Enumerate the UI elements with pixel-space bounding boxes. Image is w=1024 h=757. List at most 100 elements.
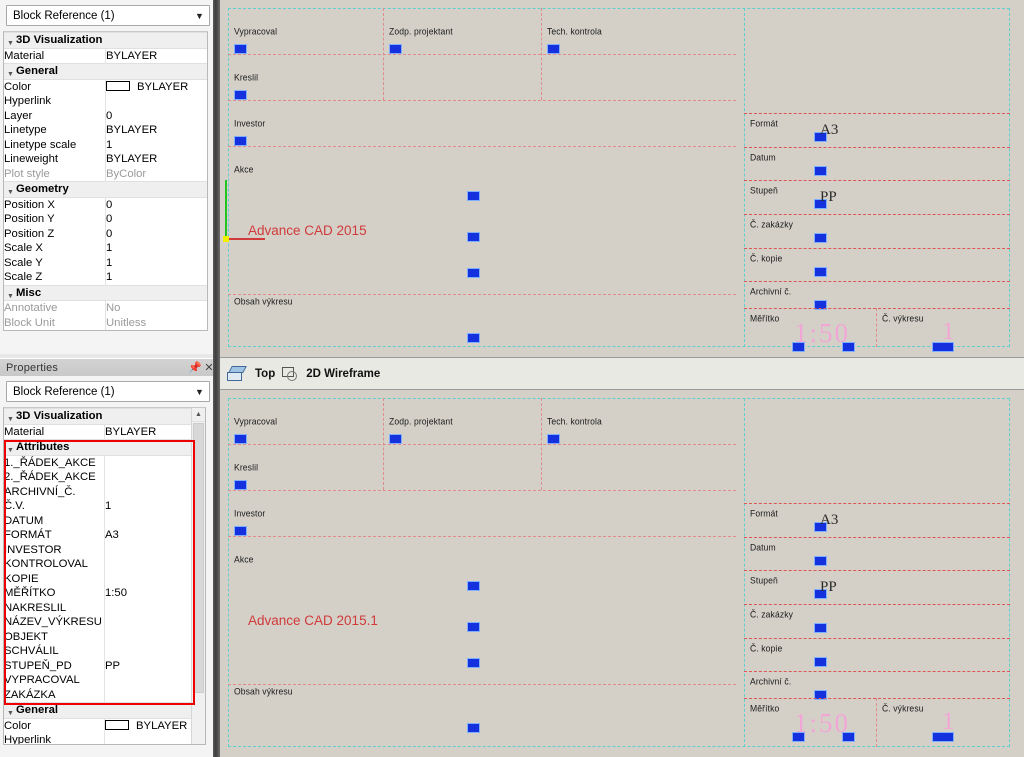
block-attribute-marker[interactable] bbox=[467, 622, 480, 632]
block-attribute-marker[interactable] bbox=[842, 732, 855, 742]
cad-drawing-area[interactable]: Vypracoval Kreslil Investor Akce Obsah výkre… bbox=[220, 0, 1024, 757]
block-attribute-marker[interactable] bbox=[467, 191, 480, 201]
block-attribute-marker[interactable] bbox=[842, 342, 855, 352]
property-value[interactable]: BYLAYER bbox=[105, 48, 207, 64]
block-attribute-marker[interactable] bbox=[792, 342, 805, 352]
object-type-combo-top[interactable]: Block Reference (1) ▼ bbox=[6, 5, 210, 26]
property-value[interactable] bbox=[104, 513, 205, 528]
property-row[interactable]: Annotative No bbox=[4, 300, 207, 316]
property-value[interactable]: ByColor bbox=[105, 166, 207, 182]
property-row[interactable]: MĚŘÍTKO 1:50 bbox=[4, 586, 205, 601]
property-value[interactable]: 1 bbox=[105, 270, 207, 285]
property-category[interactable]: ▼ Misc bbox=[4, 284, 207, 301]
object-type-combo-bottom[interactable]: Block Reference (1) ▼ bbox=[6, 381, 210, 402]
property-row[interactable]: Scale X 1 bbox=[4, 241, 207, 256]
chevron-down-icon[interactable]: ▼ bbox=[190, 382, 209, 401]
property-row[interactable]: Material BYLAYER bbox=[4, 424, 205, 440]
property-value[interactable]: 0 bbox=[105, 226, 207, 241]
property-value[interactable] bbox=[104, 484, 205, 499]
property-row[interactable]: Color BYLAYER bbox=[4, 79, 207, 94]
property-value[interactable] bbox=[104, 733, 205, 744]
block-attribute-marker[interactable] bbox=[234, 480, 247, 490]
property-category[interactable]: ▼ Geometry bbox=[4, 181, 207, 198]
block-attribute-marker[interactable] bbox=[234, 90, 247, 100]
property-category[interactable]: ▼ 3D Visualization bbox=[4, 408, 205, 425]
property-value[interactable]: BYLAYER bbox=[105, 123, 207, 138]
view-cube-icon[interactable] bbox=[227, 365, 248, 383]
property-value[interactable]: 1 bbox=[105, 241, 207, 256]
property-value[interactable] bbox=[104, 600, 205, 615]
block-attribute-marker[interactable] bbox=[467, 581, 480, 591]
property-row[interactable]: VYPRACOVAL bbox=[4, 673, 205, 688]
block-attribute-marker[interactable] bbox=[547, 434, 560, 444]
property-row[interactable]: INVESTOR bbox=[4, 542, 205, 557]
property-row[interactable]: OBJEKT bbox=[4, 629, 205, 644]
block-attribute-marker[interactable] bbox=[234, 136, 247, 146]
pin-icon[interactable]: 📌 bbox=[188, 361, 202, 374]
property-row[interactable]: 1._ŘÁDEK_AKCE bbox=[4, 455, 205, 470]
property-row[interactable]: Position Y 0 bbox=[4, 212, 207, 227]
chevron-down-icon[interactable]: ▼ bbox=[190, 6, 209, 25]
property-row[interactable]: ARCHIVNÍ_Č. bbox=[4, 484, 205, 499]
property-row[interactable]: Position X 0 bbox=[4, 197, 207, 212]
property-row[interactable]: NÁZEV_VÝKRESU bbox=[4, 615, 205, 630]
property-value[interactable]: 0 bbox=[105, 197, 207, 212]
property-value[interactable]: 1 bbox=[104, 499, 205, 514]
block-attribute-marker[interactable] bbox=[467, 333, 480, 343]
property-row[interactable]: Block Unit Unitless bbox=[4, 315, 207, 330]
block-attribute-marker[interactable] bbox=[389, 44, 402, 54]
property-value[interactable] bbox=[104, 644, 205, 659]
property-value[interactable] bbox=[104, 629, 205, 644]
view-label[interactable]: Top bbox=[255, 368, 275, 380]
block-attribute-marker[interactable] bbox=[467, 268, 480, 278]
block-attribute-marker[interactable] bbox=[932, 732, 954, 742]
collapse-triangle-icon[interactable]: ▼ bbox=[7, 444, 14, 454]
block-attribute-marker[interactable] bbox=[814, 166, 827, 176]
property-value[interactable] bbox=[104, 557, 205, 572]
collapse-triangle-icon[interactable]: ▼ bbox=[7, 68, 14, 78]
scrollbar-thumb[interactable] bbox=[193, 423, 204, 693]
top-viewport[interactable]: Vypracoval Kreslil Investor Akce Obsah výkre… bbox=[220, 0, 1024, 357]
property-value[interactable] bbox=[104, 571, 205, 586]
property-value[interactable] bbox=[104, 542, 205, 557]
block-attribute-marker[interactable] bbox=[932, 342, 954, 352]
property-row[interactable]: 2._ŘÁDEK_AKCE bbox=[4, 470, 205, 485]
block-attribute-marker[interactable] bbox=[467, 723, 480, 733]
property-row[interactable]: ZAKÁZKA bbox=[4, 687, 205, 703]
property-row[interactable]: KONTROLOVAL bbox=[4, 557, 205, 572]
block-attribute-marker[interactable] bbox=[814, 233, 827, 243]
2d-wireframe-icon[interactable] bbox=[282, 367, 299, 381]
property-row[interactable]: STUPEŇ_PD PP bbox=[4, 658, 205, 673]
block-attribute-marker[interactable] bbox=[814, 623, 827, 633]
property-value[interactable]: PP bbox=[104, 658, 205, 673]
property-value[interactable] bbox=[104, 470, 205, 485]
property-grid-bottom[interactable]: ▼ 3D Visualization Material BYLAYER ▼ Attribu… bbox=[3, 407, 206, 745]
property-row[interactable]: Material BYLAYER bbox=[4, 48, 207, 64]
bottom-viewport[interactable]: Vypracoval Kreslil Investor Akce Obsah výkre… bbox=[220, 390, 1024, 757]
property-row[interactable]: Scale Y 1 bbox=[4, 255, 207, 270]
property-row[interactable]: Scale Z 1 bbox=[4, 270, 207, 285]
collapse-triangle-icon[interactable]: ▼ bbox=[7, 37, 14, 47]
property-row[interactable]: Č.V. 1 bbox=[4, 499, 205, 514]
block-attribute-marker[interactable] bbox=[389, 434, 402, 444]
property-row[interactable]: NAKRESLIL bbox=[4, 600, 205, 615]
property-value[interactable]: No bbox=[105, 300, 207, 316]
property-value[interactable]: BYLAYER bbox=[104, 718, 205, 733]
property-row[interactable]: Position Z 0 bbox=[4, 226, 207, 241]
collapse-triangle-icon[interactable]: ▼ bbox=[7, 413, 14, 423]
collapse-triangle-icon[interactable]: ▼ bbox=[7, 707, 14, 717]
block-attribute-marker[interactable] bbox=[792, 732, 805, 742]
property-grid-scrollbar[interactable]: ▲ bbox=[191, 408, 205, 744]
property-value[interactable]: 1 bbox=[105, 255, 207, 270]
block-attribute-marker[interactable] bbox=[467, 232, 480, 242]
collapse-triangle-icon[interactable]: ▼ bbox=[7, 186, 14, 196]
property-value[interactable]: 0 bbox=[105, 108, 207, 123]
property-row[interactable]: Color BYLAYER bbox=[4, 718, 205, 733]
property-category[interactable]: ▼ 3D Visualization bbox=[4, 32, 207, 49]
block-attribute-marker[interactable] bbox=[814, 657, 827, 667]
property-row[interactable]: FORMÁT A3 bbox=[4, 528, 205, 543]
property-value[interactable]: BYLAYER bbox=[105, 152, 207, 167]
block-attribute-marker[interactable] bbox=[234, 44, 247, 54]
property-row[interactable]: KOPIE bbox=[4, 571, 205, 586]
property-row[interactable]: Plot style ByColor bbox=[4, 166, 207, 182]
